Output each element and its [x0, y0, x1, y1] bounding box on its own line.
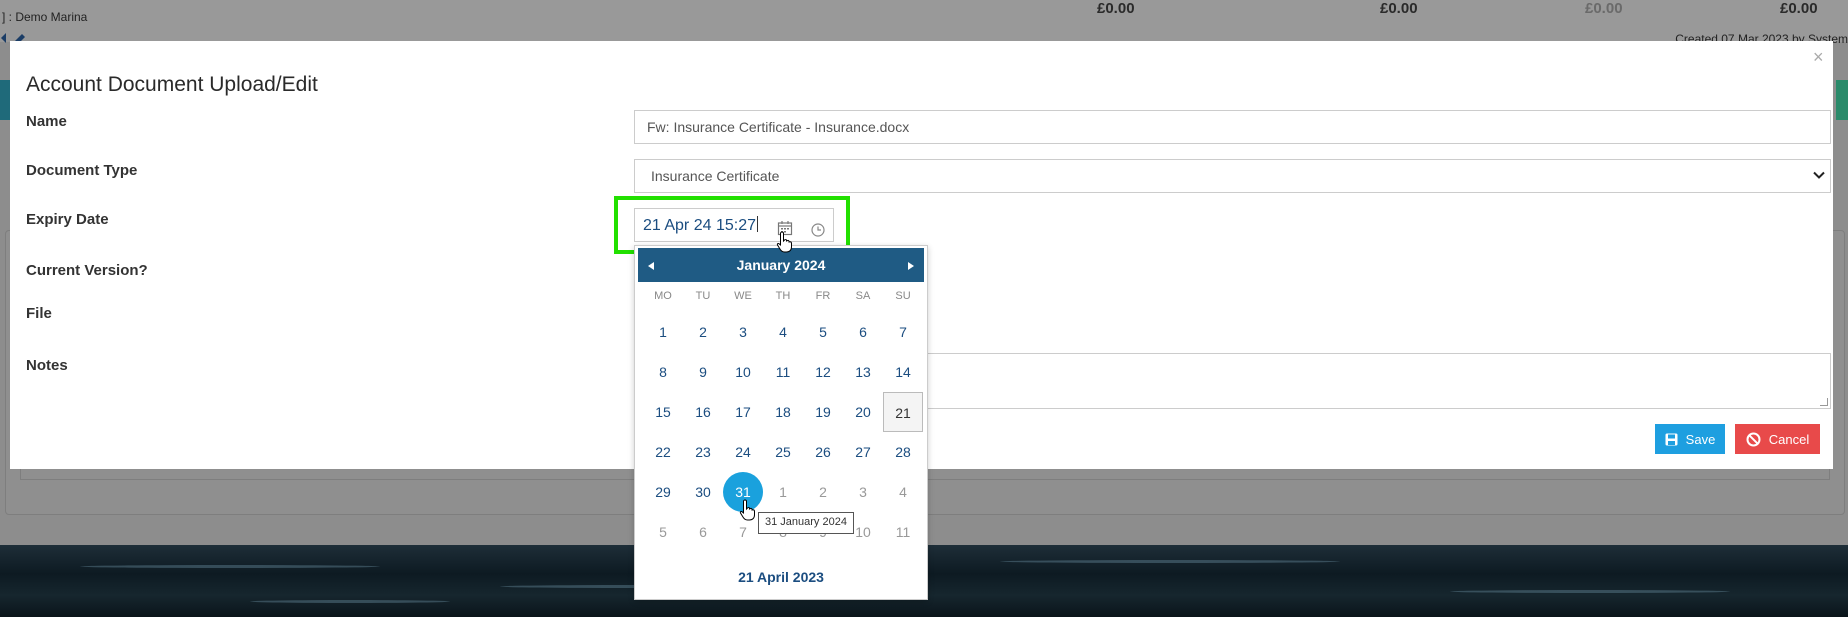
- calendar-day[interactable]: 7: [883, 312, 923, 352]
- calendar-day[interactable]: 18: [763, 392, 803, 432]
- calendar-day[interactable]: 15: [643, 392, 683, 432]
- cancel-button[interactable]: Cancel: [1735, 424, 1820, 454]
- calendar-day[interactable]: 13: [843, 352, 883, 392]
- calendar-day[interactable]: 28: [883, 432, 923, 472]
- calendar-day[interactable]: 23: [683, 432, 723, 472]
- calendar-day[interactable]: 5: [643, 512, 683, 552]
- save-button-label: Save: [1685, 431, 1716, 447]
- calendar-day[interactable]: 11: [883, 512, 923, 552]
- weekday-label: TU: [695, 290, 711, 302]
- background-amount: £0.00: [1097, 0, 1135, 17]
- month-label[interactable]: January 2024: [638, 257, 924, 273]
- weekday-label: FR: [815, 290, 831, 302]
- background-amount: £0.00: [1585, 0, 1623, 17]
- calendar-day[interactable]: 30: [683, 472, 723, 512]
- clock-icon[interactable]: [811, 223, 825, 242]
- today-link[interactable]: 21 April 2023: [635, 569, 927, 585]
- calendar-day[interactable]: 29: [643, 472, 683, 512]
- save-button[interactable]: Save: [1655, 424, 1725, 454]
- weekday-label: MO: [654, 290, 672, 302]
- next-month-arrow-icon[interactable]: [906, 258, 916, 276]
- document-type-label: Document Type: [26, 162, 138, 179]
- calendar-day[interactable]: 14: [883, 352, 923, 392]
- weekday-label: SA: [855, 290, 871, 302]
- current-version-label: Current Version?: [26, 262, 148, 279]
- expiry-date-input[interactable]: 21 Apr 24 15:27: [634, 208, 834, 242]
- calendar-day[interactable]: 3: [723, 312, 763, 352]
- calendar-day[interactable]: 26: [803, 432, 843, 472]
- background-header: ] : Demo Marina £0.00 £0.00 £0.00 £0.00 …: [0, 0, 1848, 46]
- calendar-day[interactable]: 6: [843, 312, 883, 352]
- weekday-label: SU: [895, 290, 911, 302]
- calendar-day[interactable]: 24: [723, 432, 763, 472]
- background-accent: [1836, 80, 1848, 120]
- calendar-day[interactable]: 17: [723, 392, 763, 432]
- calendar-day-today[interactable]: 21: [883, 392, 923, 432]
- weekday-label: TH: [775, 290, 791, 302]
- document-type-select[interactable]: Insurance Certificate: [634, 159, 1831, 193]
- notes-label: Notes: [26, 357, 68, 374]
- file-label: File: [26, 305, 52, 322]
- calendar-day[interactable]: 9: [683, 352, 723, 392]
- close-icon[interactable]: ×: [1813, 47, 1824, 68]
- chevron-down-icon: [1812, 168, 1826, 185]
- calendar-day[interactable]: 4: [763, 312, 803, 352]
- expiry-date-label: Expiry Date: [26, 211, 109, 228]
- modal-title: Account Document Upload/Edit: [26, 73, 318, 96]
- expiry-date-value: 21 Apr 24 15:27: [643, 216, 758, 234]
- background-accent: [0, 80, 10, 120]
- calendar-day[interactable]: 5: [803, 312, 843, 352]
- calendar-day[interactable]: 25: [763, 432, 803, 472]
- calendar-day[interactable]: 1: [763, 472, 803, 512]
- ban-icon: [1746, 432, 1761, 447]
- datepicker-popup: January 2024 MO TU WE TH FR SA SU 1 2 3 4 5 6 7 8 9 10 1…: [634, 245, 928, 600]
- calendar-day[interactable]: 20: [843, 392, 883, 432]
- calendar-day[interactable]: 2: [803, 472, 843, 512]
- document-type-value: Insurance Certificate: [651, 168, 780, 184]
- calendar-day[interactable]: 6: [683, 512, 723, 552]
- marina-label: ] : Demo Marina: [2, 10, 88, 24]
- save-icon: [1665, 433, 1678, 446]
- name-label: Name: [26, 113, 67, 130]
- calendar-day[interactable]: 19: [803, 392, 843, 432]
- calendar-day[interactable]: 4: [883, 472, 923, 512]
- calendar-day[interactable]: 16: [683, 392, 723, 432]
- name-input[interactable]: Fw: Insurance Certificate - Insurance.do…: [634, 110, 1831, 144]
- weekday-label: WE: [734, 290, 752, 302]
- calendar-day[interactable]: 1: [643, 312, 683, 352]
- calendar-day[interactable]: 27: [843, 432, 883, 472]
- calendar-day[interactable]: 10: [723, 352, 763, 392]
- hand-cursor-icon: [739, 499, 757, 526]
- hand-cursor-icon: [776, 231, 794, 258]
- cancel-button-label: Cancel: [1768, 431, 1810, 447]
- background-amount: £0.00: [1380, 0, 1418, 17]
- date-tooltip: 31 January 2024: [758, 512, 854, 534]
- calendar-day[interactable]: 11: [763, 352, 803, 392]
- calendar-day[interactable]: 8: [643, 352, 683, 392]
- background-amount: £0.00: [1780, 0, 1818, 17]
- calendar-day[interactable]: 2: [683, 312, 723, 352]
- calendar-day[interactable]: 22: [643, 432, 683, 472]
- resize-grip-icon[interactable]: [1820, 398, 1828, 406]
- calendar-day[interactable]: 12: [803, 352, 843, 392]
- calendar-day[interactable]: 3: [843, 472, 883, 512]
